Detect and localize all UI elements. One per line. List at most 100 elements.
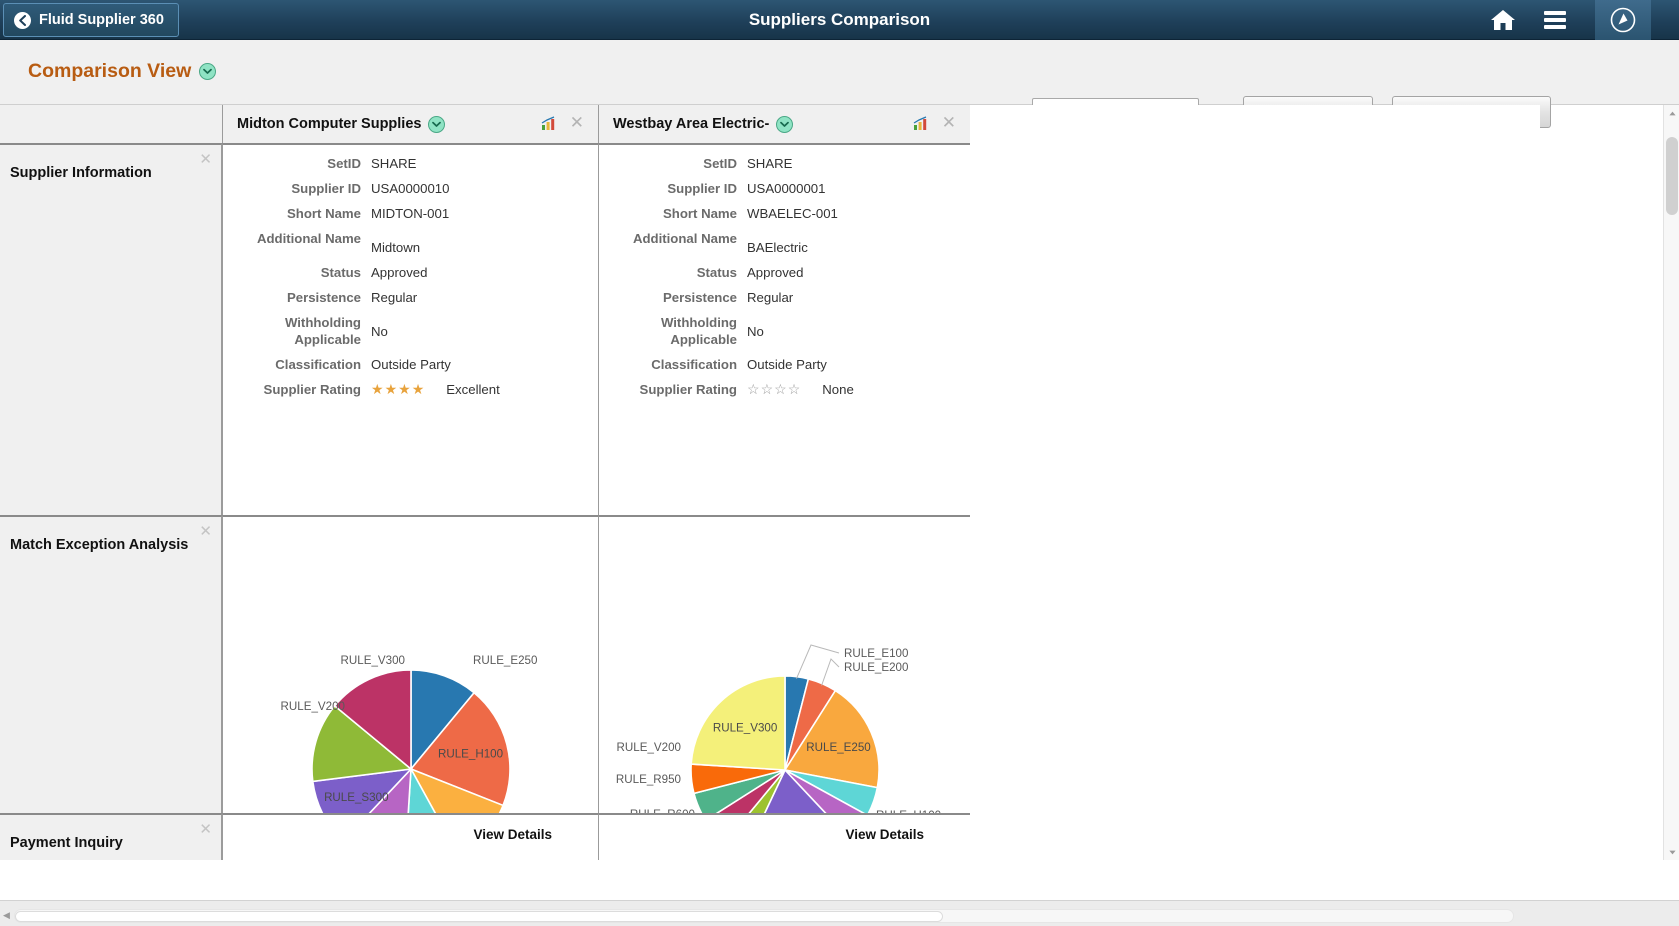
view-details-link-westbay[interactable]: View Details	[845, 827, 924, 842]
field-setid-value: SHARE	[747, 156, 793, 171]
field-setid: SetID SHARE	[223, 155, 598, 172]
field-persistence-value: Regular	[747, 290, 794, 305]
field-status: Status Approved	[223, 264, 598, 281]
field-withholding-applicable-label: Withholding Applicable	[660, 315, 737, 347]
field-status: Status Approved	[599, 264, 970, 281]
pie-slice-label: RULE_V300	[341, 654, 405, 667]
column-header-westbay-chevron-down-icon[interactable]	[776, 115, 794, 133]
field-short-name: Short Name WBAELEC-001	[599, 205, 970, 222]
field-supplier-rating-label: Supplier Rating	[639, 382, 737, 397]
sub-header: Comparison View View Add Supplier Choose…	[0, 40, 1679, 128]
field-status-label: Status	[696, 265, 737, 280]
row-label-payment-inquiry-text: Payment Inquiry	[10, 835, 123, 851]
column-header-westbay[interactable]: Westbay Area Electric- ✕	[598, 105, 970, 143]
row-label-supplier-information[interactable]: Supplier Information ✕	[0, 143, 222, 515]
column-header-midton-bar-chart-icon[interactable]	[541, 116, 556, 136]
pie-leader-line	[796, 644, 840, 679]
back-button[interactable]: Fluid Supplier 360	[3, 3, 179, 37]
column-header-westbay-close-icon[interactable]: ✕	[942, 114, 956, 131]
field-setid: SetID SHARE	[599, 155, 970, 172]
vertical-scrollbar[interactable]	[1663, 105, 1679, 860]
field-classification-value: Outside Party	[371, 357, 451, 372]
cell-view-details-midton: View Details	[222, 813, 598, 860]
page-title-text: Comparison View	[28, 60, 192, 82]
hamburger-bars	[1544, 8, 1566, 32]
star-icon[interactable]: ★	[398, 381, 411, 398]
star-icon[interactable]: ☆	[788, 381, 801, 398]
field-short-name: Short Name MIDTON-001	[223, 205, 598, 222]
field-additional-name: Additional Name BAElectric	[599, 230, 970, 256]
pie-slice-label: RULE_E250	[806, 741, 870, 754]
star-icon[interactable]: ☆	[761, 381, 774, 398]
row-label-match-exception-analysis[interactable]: Match Exception Analysis ✕	[0, 515, 222, 813]
pie-chart-midton[interactable]: RULE_E250RULE_H100RULE_P100RULE_R900RULE…	[223, 517, 598, 813]
field-supplier-id: Supplier ID USA0000001	[599, 180, 970, 197]
field-persistence-value: Regular	[371, 290, 418, 305]
field-classification: Classification Outside Party	[599, 356, 970, 373]
field-status-label: Status	[320, 265, 361, 280]
back-button-label: Fluid Supplier 360	[39, 12, 164, 28]
supplier-rating-stars-midton[interactable]: ★ ★ ★ ★	[371, 381, 424, 398]
field-status-value: Approved	[747, 265, 804, 280]
field-persistence-label: Persistence	[662, 290, 737, 305]
field-additional-name-label: Additional Name	[256, 231, 361, 246]
row-match-exception-analysis-close-icon[interactable]: ✕	[199, 524, 212, 539]
field-short-name-label: Short Name	[286, 206, 361, 221]
hamburger-menu-icon[interactable]	[1531, 0, 1579, 40]
field-classification: Classification Outside Party	[223, 356, 598, 373]
cell-match-exception-westbay: RULE_E100RULE_E200RULE_E250RULE_H100RULE…	[598, 515, 970, 813]
field-supplier-id-value: USA0000001	[747, 181, 826, 196]
star-icon[interactable]: ★	[371, 381, 384, 398]
star-icon[interactable]: ☆	[774, 381, 787, 398]
field-supplier-id-label: Supplier ID	[667, 181, 737, 196]
field-setid-label: SetID	[327, 156, 361, 171]
column-header-westbay-label: Westbay Area Electric-	[613, 116, 770, 132]
pie-slice-label: RULE_H100	[438, 748, 503, 761]
cell-match-exception-midton: RULE_E250RULE_H100RULE_P100RULE_R900RULE…	[222, 515, 598, 813]
horizontal-scrollbar[interactable]	[14, 909, 1514, 923]
column-header-midton-chevron-down-icon[interactable]	[428, 115, 446, 133]
page-title-chevron-down-icon[interactable]	[199, 63, 217, 80]
row-supplier-information-close-icon[interactable]: ✕	[199, 152, 212, 167]
field-classification-value: Outside Party	[747, 357, 827, 372]
row-label-match-exception-analysis-text: Match Exception Analysis	[10, 537, 189, 553]
view-details-link-midton[interactable]: View Details	[473, 827, 552, 842]
star-icon[interactable]: ★	[412, 381, 425, 398]
field-setid-label: SetID	[703, 156, 737, 171]
field-short-name-label: Short Name	[662, 206, 737, 221]
grid-corner-cell	[0, 105, 222, 143]
navigator-compass-icon[interactable]	[1595, 0, 1651, 40]
field-withholding-applicable-value: No	[371, 324, 388, 339]
pie-chart-westbay[interactable]: RULE_E100RULE_E200RULE_E250RULE_H100RULE…	[599, 517, 970, 813]
home-icon[interactable]	[1479, 0, 1527, 40]
field-supplier-id-value: USA0000010	[371, 181, 450, 196]
row-label-payment-inquiry[interactable]: Payment Inquiry ✕	[0, 813, 222, 860]
column-header-midton-label: Midton Computer Supplies	[237, 116, 422, 132]
pie-slice-label: RULE_S300	[324, 791, 388, 804]
row-label-supplier-information-text: Supplier Information	[10, 165, 152, 181]
pie-slice-label: RULE_V200	[617, 741, 681, 754]
cell-supplier-information-midton: SetID SHARE Supplier ID USA0000010 Short…	[222, 143, 598, 515]
row-payment-inquiry-close-icon[interactable]: ✕	[199, 822, 212, 837]
vertical-scrollbar-thumb[interactable]	[1666, 137, 1678, 215]
field-withholding-applicable-label: Withholding Applicable	[284, 315, 361, 347]
star-icon[interactable]: ☆	[747, 381, 760, 398]
field-supplier-rating: Supplier Rating ★ ★ ★ ★ Excellent	[223, 381, 598, 398]
supplier-rating-stars-westbay[interactable]: ☆ ☆ ☆ ☆	[747, 381, 800, 398]
field-persistence: Persistence Regular	[223, 289, 598, 306]
scroll-up-arrow-icon[interactable]	[1664, 105, 1679, 121]
column-header-midton[interactable]: Midton Computer Supplies ✕	[222, 105, 598, 143]
scroll-left-arrow-icon[interactable]: ◀	[3, 910, 10, 921]
field-additional-name: Additional Name Midtown	[223, 230, 598, 256]
pie-slice-label: RULE_E200	[844, 661, 908, 674]
field-classification-label: Classification	[651, 357, 737, 372]
column-header-westbay-bar-chart-icon[interactable]	[913, 116, 928, 136]
scroll-down-arrow-icon[interactable]	[1664, 844, 1679, 860]
field-additional-name-label: Additional Name	[632, 231, 737, 246]
horizontal-scrollbar-thumb[interactable]	[15, 911, 943, 922]
field-persistence: Persistence Regular	[599, 289, 970, 306]
column-header-midton-close-icon[interactable]: ✕	[570, 114, 584, 131]
field-short-name-value: WBAELEC-001	[747, 206, 838, 221]
star-icon[interactable]: ★	[385, 381, 398, 398]
field-classification-label: Classification	[275, 357, 361, 372]
